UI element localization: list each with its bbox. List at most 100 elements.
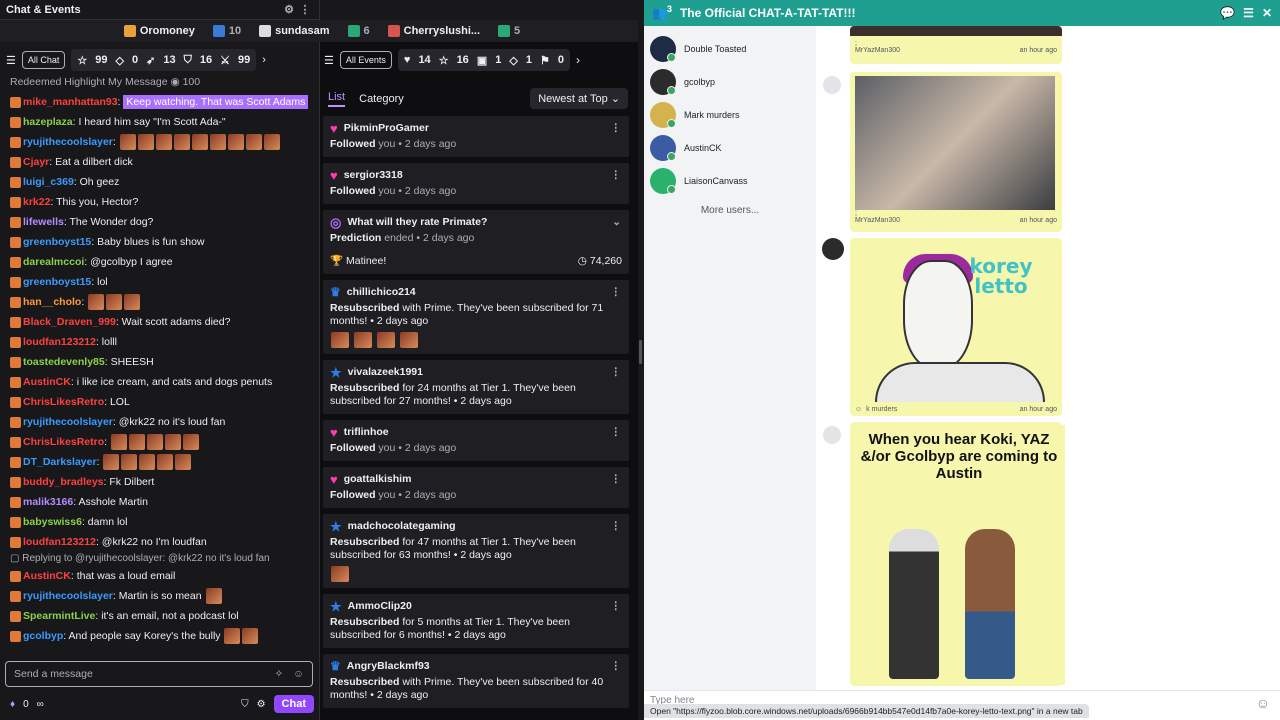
points-icon[interactable]: ♦ — [10, 699, 15, 710]
chat-bubble-icon[interactable]: 💬 — [1220, 6, 1235, 20]
chevron-right-icon[interactable]: › — [262, 54, 266, 66]
event-user[interactable]: sergior3318 — [344, 169, 403, 182]
emote-icon[interactable] — [137, 134, 154, 151]
emote-icon[interactable] — [164, 434, 181, 451]
event-card[interactable]: ♥ goattalkishim ⋮ Followed you • 2 days ago — [323, 467, 629, 508]
emote-icon[interactable] — [263, 134, 280, 151]
emote-icon[interactable] — [119, 134, 136, 151]
emote-icon[interactable] — [175, 454, 192, 471]
chat-send-button[interactable]: Chat — [273, 695, 314, 713]
user-settings-icon[interactable]: ⚙ — [281, 3, 297, 16]
leader-3[interactable]: Cherryslushi... — [387, 25, 480, 37]
chat-username[interactable]: loudfan123212 — [23, 536, 96, 548]
chat-username[interactable]: buddy_bradleys — [23, 476, 104, 488]
all-chat-filter[interactable]: All Chat — [21, 51, 66, 69]
image-attachment[interactable]: korey letto — [855, 242, 1055, 402]
event-user[interactable]: PikminProGamer — [344, 122, 429, 135]
chat-username[interactable]: AustinCK — [23, 570, 71, 582]
event-user[interactable]: triflinhoe — [344, 426, 389, 439]
event-card[interactable]: ♥ PikminProGamer ⋮ Followed you • 2 days ag… — [323, 116, 629, 157]
moderation-shield-icon[interactable]: ⛉ — [241, 699, 249, 710]
image-attachment[interactable]: When you hear Koki, YAZ &/or Gcolbyp are… — [853, 425, 1065, 685]
more-options-icon[interactable]: ⋮ — [611, 600, 622, 613]
emote-icon[interactable] — [173, 134, 190, 151]
emoji-icon[interactable]: ☺ — [293, 668, 304, 680]
emote-icon[interactable] — [191, 134, 208, 151]
chat-username[interactable]: ChrisLikesRetro — [23, 396, 104, 408]
event-card[interactable]: ♥ sergior3318 ⋮ Followed you • 2 days ago — [323, 163, 629, 204]
chat-username[interactable]: han__cholo — [23, 296, 81, 308]
event-card[interactable]: ♛ AngryBlackmf93 ⋮ Resubscribed with Prime.… — [323, 654, 629, 708]
event-user[interactable]: chillichico214 — [347, 286, 416, 299]
leader-2[interactable]: sundasam — [259, 25, 330, 37]
emote-icon[interactable] — [139, 454, 156, 471]
resize-handle[interactable] — [639, 340, 642, 364]
emote-icon[interactable] — [88, 294, 105, 311]
chat-username[interactable]: SpearmintLive — [23, 610, 95, 622]
emoji-icon[interactable]: ☺ — [1256, 695, 1270, 711]
emote-icon[interactable] — [245, 134, 262, 151]
all-events-filter[interactable]: All Events — [339, 51, 392, 69]
user-item[interactable]: gcolbyp — [644, 65, 816, 98]
emote-icon[interactable] — [157, 454, 174, 471]
chat-username[interactable]: toastedevenly85 — [23, 356, 105, 368]
chat-username[interactable]: greenboyst15 — [23, 276, 91, 288]
emote-icon[interactable] — [155, 134, 172, 151]
user-item[interactable]: LiaisonCanvass — [644, 164, 816, 197]
event-card[interactable]: ★ vivalazeek1991 ⋮ Resubscribed for 24 mont… — [323, 360, 629, 414]
chat-username[interactable]: Cjayr — [23, 156, 49, 168]
chat-username[interactable]: luigi_c369 — [23, 176, 74, 188]
more-options-icon[interactable]: ⋮ — [611, 366, 622, 379]
more-options-icon[interactable]: ⋮ — [611, 426, 622, 439]
leader-1[interactable]: Oromoney — [123, 25, 195, 37]
event-card[interactable]: ★ madchocolategaming ⋮ Resubscribed for 47 … — [323, 514, 629, 588]
chat-username[interactable]: darealmccoi — [23, 256, 84, 268]
chevron-down-icon[interactable]: ⌄ — [612, 216, 621, 229]
infinity-icon[interactable]: ∞ — [37, 699, 44, 710]
chat-username[interactable]: ryujithecoolslayer — [23, 136, 113, 148]
chat-username[interactable]: krk22 — [23, 196, 50, 208]
chat-username[interactable]: lifewells — [23, 216, 64, 228]
emote-icon[interactable] — [103, 454, 120, 471]
event-card[interactable]: ◎ What will they rate Primate? ⌄ Prediction… — [323, 210, 629, 274]
emote-icon[interactable] — [146, 434, 163, 451]
more-options-icon[interactable]: ⋮ — [611, 660, 622, 673]
emote-icon[interactable] — [106, 294, 123, 311]
event-user[interactable]: AngryBlackmf93 — [347, 660, 430, 673]
menu-icon[interactable]: ☰ — [6, 54, 16, 67]
message-input[interactable]: Send a message ✧ ☺ — [5, 661, 313, 687]
event-user[interactable]: What will they rate Primate? — [347, 216, 487, 229]
event-user[interactable]: madchocolategaming — [348, 520, 456, 533]
close-icon[interactable]: ✕ — [1262, 6, 1272, 20]
user-item[interactable]: AustinCK — [644, 131, 816, 164]
emote-icon[interactable] — [110, 434, 127, 451]
image-attachment[interactable] — [850, 26, 1062, 36]
emote-icon[interactable] — [182, 434, 199, 451]
event-card[interactable]: ♛ chillichico214 ⋮ Resubscribed with Prime.… — [323, 280, 629, 354]
user-item[interactable]: Mark murders — [644, 98, 816, 131]
chat-username[interactable]: ryujithecoolslayer — [23, 416, 113, 428]
chat-username[interactable]: gcolbyp — [23, 630, 63, 642]
chat-username[interactable]: DT_Darkslayer — [23, 456, 97, 468]
emote-icon[interactable] — [128, 434, 145, 451]
event-user[interactable]: vivalazeek1991 — [348, 366, 423, 379]
users-icon[interactable]: 👥 — [652, 6, 667, 20]
chat-username[interactable]: ryujithecoolslayer — [23, 590, 113, 602]
more-options-icon[interactable]: ⋮ — [297, 3, 313, 16]
sort-dropdown[interactable]: Newest at Top ⌄ — [530, 88, 628, 109]
event-card[interactable]: ★ AmmoClip20 ⋮ Resubscribed for 5 months at… — [323, 594, 629, 648]
event-card[interactable]: ♥ triflinhoe ⋮ Followed you • 2 days ago — [323, 420, 629, 461]
user-item[interactable]: Double Toasted — [644, 32, 816, 65]
emote-icon[interactable] — [224, 628, 241, 645]
hamburger-icon[interactable]: ☰ — [1243, 6, 1254, 20]
reaction-icon[interactable]: ☺ — [855, 406, 862, 413]
chat-username[interactable]: babyswiss6 — [23, 516, 82, 528]
chat-username[interactable]: mike_manhattan93 — [23, 96, 118, 108]
chat-username[interactable]: ChrisLikesRetro — [23, 436, 104, 448]
emote-icon[interactable] — [205, 588, 222, 605]
menu-icon[interactable]: ☰ — [324, 54, 334, 67]
chat-username[interactable]: greenboyst15 — [23, 236, 91, 248]
emote-icon[interactable] — [121, 454, 138, 471]
chat-username[interactable]: Black_Draven_999 — [23, 316, 116, 328]
more-options-icon[interactable]: ⋮ — [611, 286, 622, 299]
